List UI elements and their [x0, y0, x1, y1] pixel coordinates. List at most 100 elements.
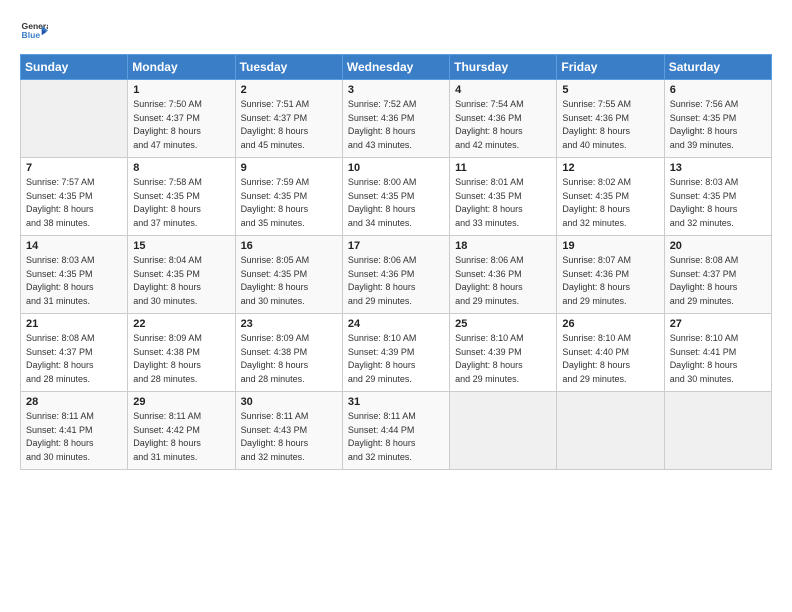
day-number: 26	[562, 318, 658, 330]
day-info: Sunrise: 8:09 AMSunset: 4:38 PMDaylight:…	[133, 332, 229, 386]
day-number: 8	[133, 162, 229, 174]
weekday-header-row: SundayMondayTuesdayWednesdayThursdayFrid…	[21, 55, 772, 80]
calendar-week-5: 28Sunrise: 8:11 AMSunset: 4:41 PMDayligh…	[21, 392, 772, 470]
day-info: Sunrise: 7:51 AMSunset: 4:37 PMDaylight:…	[241, 98, 337, 152]
calendar-cell	[21, 80, 128, 158]
day-number: 14	[26, 240, 122, 252]
day-number: 30	[241, 396, 337, 408]
day-info: Sunrise: 8:11 AMSunset: 4:42 PMDaylight:…	[133, 410, 229, 464]
calendar-cell: 14 Sunrise: 8:03 AMSunset: 4:35 PMDayligh…	[21, 236, 128, 314]
calendar-cell: 6 Sunrise: 7:56 AMSunset: 4:35 PMDaylight…	[664, 80, 771, 158]
day-number: 22	[133, 318, 229, 330]
calendar-cell: 27 Sunrise: 8:10 AMSunset: 4:41 PMDayligh…	[664, 314, 771, 392]
day-number: 15	[133, 240, 229, 252]
calendar-cell: 1Sunrise: 7:50 AMSunset: 4:37 PMDaylight…	[128, 80, 235, 158]
calendar-cell: 12 Sunrise: 8:02 AMSunset: 4:35 PMDayligh…	[557, 158, 664, 236]
day-info: Sunrise: 8:07 AMSunset: 4:36 PMDaylight:…	[562, 254, 658, 308]
weekday-header-wednesday: Wednesday	[342, 55, 449, 80]
calendar-week-3: 14 Sunrise: 8:03 AMSunset: 4:35 PMDayligh…	[21, 236, 772, 314]
day-number: 10	[348, 162, 444, 174]
calendar-cell: 31Sunrise: 8:11 AMSunset: 4:44 PMDayligh…	[342, 392, 449, 470]
day-info: Sunrise: 8:06 AMSunset: 4:36 PMDaylight:…	[348, 254, 444, 308]
day-info: Sunrise: 8:01 AMSunset: 4:35 PMDaylight:…	[455, 176, 551, 230]
day-number: 19	[562, 240, 658, 252]
calendar-cell: 8 Sunrise: 7:58 AMSunset: 4:35 PMDaylight…	[128, 158, 235, 236]
calendar-cell: 15 Sunrise: 8:04 AMSunset: 4:35 PMDayligh…	[128, 236, 235, 314]
calendar-cell: 7 Sunrise: 7:57 AMSunset: 4:35 PMDaylight…	[21, 158, 128, 236]
day-info: Sunrise: 8:10 AMSunset: 4:41 PMDaylight:…	[670, 332, 766, 386]
day-info: Sunrise: 8:10 AMSunset: 4:39 PMDaylight:…	[348, 332, 444, 386]
day-number: 12	[562, 162, 658, 174]
day-info: Sunrise: 8:06 AMSunset: 4:36 PMDaylight:…	[455, 254, 551, 308]
day-info: Sunrise: 7:56 AMSunset: 4:35 PMDaylight:…	[670, 98, 766, 152]
calendar-cell: 26 Sunrise: 8:10 AMSunset: 4:40 PMDayligh…	[557, 314, 664, 392]
page: General Blue SundayMondayTuesdayWednesda…	[0, 0, 792, 612]
day-info: Sunrise: 7:54 AMSunset: 4:36 PMDaylight:…	[455, 98, 551, 152]
weekday-header-tuesday: Tuesday	[235, 55, 342, 80]
calendar-cell: 3Sunrise: 7:52 AMSunset: 4:36 PMDaylight…	[342, 80, 449, 158]
day-number: 23	[241, 318, 337, 330]
weekday-header-thursday: Thursday	[450, 55, 557, 80]
day-info: Sunrise: 8:08 AMSunset: 4:37 PMDaylight:…	[26, 332, 122, 386]
day-info: Sunrise: 7:57 AMSunset: 4:35 PMDaylight:…	[26, 176, 122, 230]
day-number: 3	[348, 84, 444, 96]
calendar-cell: 10 Sunrise: 8:00 AMSunset: 4:35 PMDayligh…	[342, 158, 449, 236]
calendar-cell: 13 Sunrise: 8:03 AMSunset: 4:35 PMDayligh…	[664, 158, 771, 236]
calendar-cell: 20 Sunrise: 8:08 AMSunset: 4:37 PMDayligh…	[664, 236, 771, 314]
day-info: Sunrise: 8:10 AMSunset: 4:39 PMDaylight:…	[455, 332, 551, 386]
calendar-cell: 23 Sunrise: 8:09 AMSunset: 4:38 PMDayligh…	[235, 314, 342, 392]
calendar-cell: 9Sunrise: 7:59 AMSunset: 4:35 PMDaylight…	[235, 158, 342, 236]
calendar-week-4: 21Sunrise: 8:08 AMSunset: 4:37 PMDayligh…	[21, 314, 772, 392]
day-info: Sunrise: 8:10 AMSunset: 4:40 PMDaylight:…	[562, 332, 658, 386]
calendar-cell: 28Sunrise: 8:11 AMSunset: 4:41 PMDayligh…	[21, 392, 128, 470]
day-info: Sunrise: 8:08 AMSunset: 4:37 PMDaylight:…	[670, 254, 766, 308]
calendar-cell: 22 Sunrise: 8:09 AMSunset: 4:38 PMDayligh…	[128, 314, 235, 392]
weekday-header-sunday: Sunday	[21, 55, 128, 80]
calendar-cell	[557, 392, 664, 470]
calendar-cell: 29 Sunrise: 8:11 AMSunset: 4:42 PMDayligh…	[128, 392, 235, 470]
calendar-cell	[450, 392, 557, 470]
logo-icon: General Blue	[20, 18, 48, 46]
calendar-cell: 30 Sunrise: 8:11 AMSunset: 4:43 PMDayligh…	[235, 392, 342, 470]
day-info: Sunrise: 8:03 AMSunset: 4:35 PMDaylight:…	[26, 254, 122, 308]
day-info: Sunrise: 8:04 AMSunset: 4:35 PMDaylight:…	[133, 254, 229, 308]
day-info: Sunrise: 8:03 AMSunset: 4:35 PMDaylight:…	[670, 176, 766, 230]
calendar-cell: 25 Sunrise: 8:10 AMSunset: 4:39 PMDayligh…	[450, 314, 557, 392]
weekday-header-saturday: Saturday	[664, 55, 771, 80]
day-number: 27	[670, 318, 766, 330]
day-number: 17	[348, 240, 444, 252]
day-number: 13	[670, 162, 766, 174]
day-number: 20	[670, 240, 766, 252]
calendar-table: SundayMondayTuesdayWednesdayThursdayFrid…	[20, 54, 772, 470]
day-info: Sunrise: 7:58 AMSunset: 4:35 PMDaylight:…	[133, 176, 229, 230]
day-number: 29	[133, 396, 229, 408]
day-number: 4	[455, 84, 551, 96]
calendar-cell: 4 Sunrise: 7:54 AMSunset: 4:36 PMDaylight…	[450, 80, 557, 158]
calendar-cell: 11 Sunrise: 8:01 AMSunset: 4:35 PMDayligh…	[450, 158, 557, 236]
day-info: Sunrise: 8:09 AMSunset: 4:38 PMDaylight:…	[241, 332, 337, 386]
day-number: 6	[670, 84, 766, 96]
day-info: Sunrise: 8:00 AMSunset: 4:35 PMDaylight:…	[348, 176, 444, 230]
calendar-cell: 24Sunrise: 8:10 AMSunset: 4:39 PMDayligh…	[342, 314, 449, 392]
calendar-week-1: 1Sunrise: 7:50 AMSunset: 4:37 PMDaylight…	[21, 80, 772, 158]
day-info: Sunrise: 8:02 AMSunset: 4:35 PMDaylight:…	[562, 176, 658, 230]
day-number: 18	[455, 240, 551, 252]
day-number: 2	[241, 84, 337, 96]
day-number: 7	[26, 162, 122, 174]
day-number: 5	[562, 84, 658, 96]
weekday-header-friday: Friday	[557, 55, 664, 80]
day-info: Sunrise: 7:55 AMSunset: 4:36 PMDaylight:…	[562, 98, 658, 152]
day-info: Sunrise: 8:05 AMSunset: 4:35 PMDaylight:…	[241, 254, 337, 308]
calendar-cell: 19 Sunrise: 8:07 AMSunset: 4:36 PMDayligh…	[557, 236, 664, 314]
day-info: Sunrise: 8:11 AMSunset: 4:43 PMDaylight:…	[241, 410, 337, 464]
day-info: Sunrise: 8:11 AMSunset: 4:41 PMDaylight:…	[26, 410, 122, 464]
day-info: Sunrise: 7:50 AMSunset: 4:37 PMDaylight:…	[133, 98, 229, 152]
header: General Blue	[20, 18, 772, 46]
day-number: 9	[241, 162, 337, 174]
day-number: 25	[455, 318, 551, 330]
calendar-cell: 18 Sunrise: 8:06 AMSunset: 4:36 PMDayligh…	[450, 236, 557, 314]
svg-text:Blue: Blue	[22, 30, 41, 40]
calendar-cell: 21Sunrise: 8:08 AMSunset: 4:37 PMDayligh…	[21, 314, 128, 392]
calendar-cell: 16Sunrise: 8:05 AMSunset: 4:35 PMDayligh…	[235, 236, 342, 314]
day-number: 11	[455, 162, 551, 174]
